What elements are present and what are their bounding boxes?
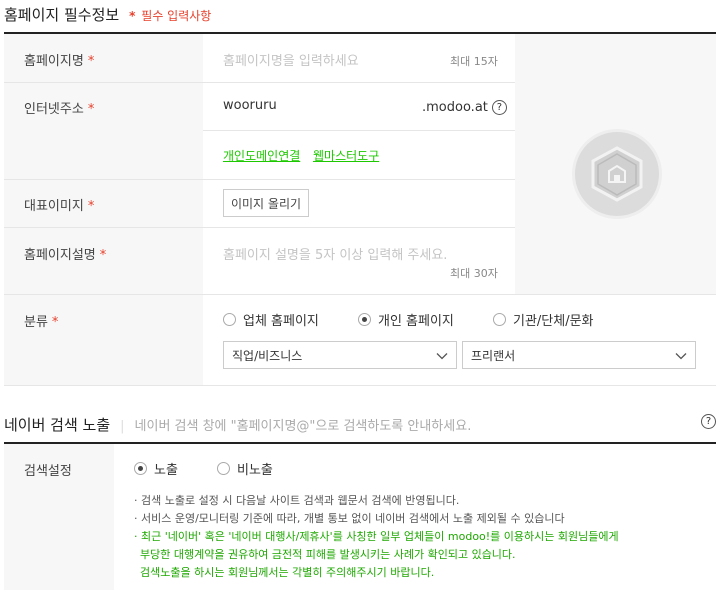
select-value: 프리랜서 <box>471 348 516 363</box>
upload-image-button[interactable]: 이미지 올리기 <box>223 189 309 217</box>
search-notes: · 검색 노출로 설정 시 다음날 사이트 검색과 웹문서 검색에 반영됩니다.… <box>134 492 619 582</box>
required-mark: * <box>87 199 95 214</box>
row-divider <box>4 82 203 83</box>
label-text: 홈페이지설명 <box>24 248 96 263</box>
required-legend: * 필수 입력사항 <box>129 7 211 24</box>
help-icon[interactable]: ? <box>491 100 507 115</box>
radio-circle[interactable] <box>217 462 230 475</box>
label-text: 인터넷주소 <box>24 102 84 117</box>
radio-circle[interactable] <box>223 313 236 326</box>
radio-label: 기관/단체/문화 <box>513 314 594 329</box>
description-counter: 최대 30자 <box>450 267 498 280</box>
warning-line: 검색노출을 하시는 회원님께서는 각별히 주의해주시기 바랍니다. <box>140 566 435 579</box>
category-select-2[interactable]: 프리랜서 <box>462 341 696 369</box>
homepage-name-counter: 최대 15자 <box>450 55 498 68</box>
required-mark: * <box>99 248 107 263</box>
section-description: 네이버 검색 창에 "홈페이지명@"으로 검색하도록 안내하세요. <box>134 419 472 434</box>
radio-label: 비노출 <box>237 463 273 478</box>
personal-domain-link[interactable]: 개인도메인연결 <box>223 147 300 164</box>
webmaster-tool-link[interactable]: 웹마스터도구 <box>313 147 379 164</box>
radio-label: 개인 홈페이지 <box>378 314 454 329</box>
radio-personal-homepage[interactable]: 개인 홈페이지 <box>358 310 454 329</box>
separator: | <box>120 419 125 434</box>
domain-suffix: .modoo.at ? <box>422 100 507 115</box>
warning-line: · 최근 '네이버' 혹은 '네이버 대행사/제휴사'를 사칭한 일부 업체들이… <box>134 530 619 543</box>
required-mark: * <box>51 315 59 330</box>
image-placeholder <box>572 129 662 219</box>
description-label: 홈페이지설명 * <box>24 244 106 263</box>
required-legend-text: 필수 입력사항 <box>141 9 212 23</box>
note-line: · 서비스 운영/모니터링 기준에 따라, 개별 통보 없이 네이버 검색에서 … <box>134 512 565 525</box>
chevron-down-icon <box>675 353 687 360</box>
homepage-name-label: 홈페이지명 * <box>24 50 94 69</box>
radio-circle-selected[interactable] <box>134 462 147 475</box>
row-divider <box>203 82 515 83</box>
radio-circle-selected[interactable] <box>358 313 371 326</box>
radio-business-homepage[interactable]: 업체 홈페이지 <box>223 310 319 329</box>
required-mark: * <box>87 54 95 69</box>
search-exposure-header: 네이버 검색 노출 | 네이버 검색 창에 "홈페이지명@"으로 검색하도록 안… <box>4 414 471 435</box>
label-text: 홈페이지명 <box>24 54 84 69</box>
category-select-1[interactable]: 직업/비즈니스 <box>223 341 457 369</box>
domain-label: 인터넷주소 * <box>24 98 94 117</box>
search-settings-form: 검색설정 노출 비노출 · 검색 노출로 설정 시 다음날 사이트 검색과 웹문… <box>4 444 716 590</box>
homepage-name-input[interactable]: 홈페이지명을 입력하세요 <box>223 50 359 69</box>
radio-label: 업체 홈페이지 <box>243 314 319 329</box>
radio-circle[interactable] <box>493 313 506 326</box>
row-divider <box>4 227 515 228</box>
chevron-down-icon <box>436 353 448 360</box>
row-divider <box>203 130 515 131</box>
house-icon <box>591 146 643 202</box>
row-divider <box>4 294 716 295</box>
section-title-text: 홈페이지 필수정보 <box>4 6 120 24</box>
row-divider <box>4 179 515 180</box>
label-text: 대표이미지 <box>24 199 84 214</box>
radio-expose[interactable]: 노출 <box>134 459 178 478</box>
section-title: 홈페이지 필수정보 * 필수 입력사항 <box>4 4 211 25</box>
domain-suffix-text: .modoo.at <box>422 100 488 115</box>
radio-label: 노출 <box>154 463 178 478</box>
search-setting-label: 검색설정 <box>24 464 72 479</box>
warning-line: 부당한 대행계약을 권유하여 금전적 피해를 발생시키는 사례가 확인되고 있습… <box>140 548 516 561</box>
required-legend-star: * <box>129 9 136 23</box>
label-text: 분류 <box>24 315 48 330</box>
domain-input[interactable]: wooruru <box>223 98 277 113</box>
section-title-text: 네이버 검색 노출 <box>4 416 111 434</box>
main-image-label: 대표이미지 * <box>24 195 94 214</box>
note-line: · 검색 노출로 설정 시 다음날 사이트 검색과 웹문서 검색에 반영됩니다. <box>134 494 460 507</box>
help-icon[interactable]: ? <box>701 414 716 429</box>
required-mark: * <box>87 102 95 117</box>
select-value: 직업/비즈니스 <box>232 348 303 363</box>
description-input[interactable]: 홈페이지 설명을 5자 이상 입력해 주세요. <box>223 244 447 263</box>
radio-institution[interactable]: 기관/단체/문화 <box>493 310 594 329</box>
radio-hide[interactable]: 비노출 <box>217 459 273 478</box>
category-label: 분류 * <box>24 311 58 330</box>
